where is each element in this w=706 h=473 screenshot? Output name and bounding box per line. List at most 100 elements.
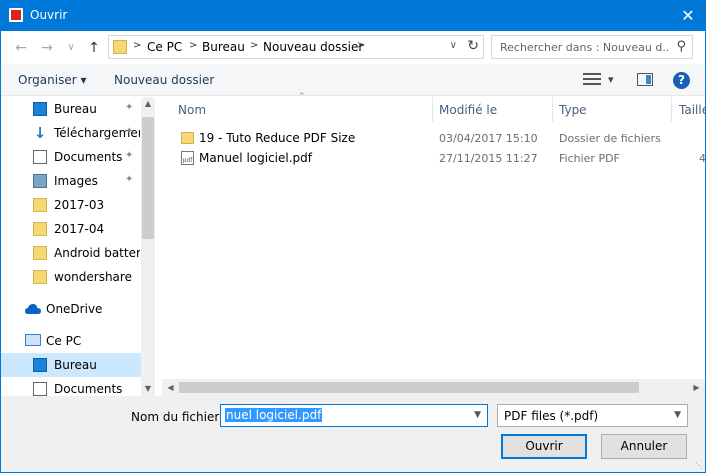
close-icon[interactable]: ✕	[670, 0, 706, 31]
recent-locations-icon[interactable]: ∨	[60, 38, 82, 58]
scroll-down-icon[interactable]: ▼	[141, 382, 155, 396]
sidebar-item-bureau[interactable]: Bureau ✦	[1, 97, 141, 121]
filename-value[interactable]: nuel logiciel.pdf	[225, 408, 323, 422]
scrollbar-thumb[interactable]	[179, 382, 639, 393]
file-row[interactable]: pdf Manuel logiciel.pdf 27/11/2015 11:27…	[162, 148, 706, 168]
sidebar-item-ce-pc[interactable]: Ce PC	[1, 329, 141, 353]
column-divider[interactable]	[552, 97, 553, 122]
file-row[interactable]: 19 - Tuto Reduce PDF Size 03/04/2017 15:…	[162, 128, 705, 148]
organize-button[interactable]: Organiser ▾	[18, 73, 86, 87]
cancel-button[interactable]: Annuler	[601, 434, 687, 459]
pdf-file-icon: pdf	[181, 151, 194, 165]
app-icon	[9, 8, 23, 22]
folder-icon	[33, 270, 47, 284]
window-title: Ouvrir	[30, 8, 68, 22]
sidebar-item-2017-03[interactable]: 2017-03	[1, 193, 141, 217]
file-name: 19 - Tuto Reduce PDF Size	[199, 131, 356, 145]
sidebar-item-telechargements[interactable]: ↓ Téléchargements ✦	[1, 121, 141, 145]
refresh-icon[interactable]: ↻	[467, 38, 479, 54]
pin-icon: ✦	[125, 150, 134, 161]
resize-grip-icon[interactable]: ⋱	[695, 461, 703, 470]
up-icon[interactable]: ↑	[83, 38, 105, 58]
address-dropdown-icon[interactable]: ∨	[450, 40, 457, 51]
column-header-type[interactable]: Type	[559, 103, 587, 117]
help-icon[interactable]: ?	[673, 72, 690, 89]
column-header-name[interactable]: Nom	[178, 103, 206, 117]
scroll-left-icon[interactable]: ◀	[162, 379, 179, 396]
documents-icon	[33, 382, 47, 396]
filetype-value: PDF files (*.pdf)	[504, 409, 599, 423]
sidebar-item-bureau-selected[interactable]: Bureau	[1, 353, 141, 377]
pin-icon: ✦	[125, 126, 134, 137]
download-icon: ↓	[33, 124, 47, 142]
sidebar-item-documents[interactable]: Documents ✦	[1, 145, 141, 169]
filename-label: Nom du fichier :	[131, 410, 228, 424]
file-modified: 03/04/2017 15:10	[439, 132, 538, 145]
onedrive-icon	[25, 303, 41, 317]
chevron-down-icon[interactable]: ▼	[674, 410, 681, 420]
sidebar-item-onedrive[interactable]: OneDrive	[1, 297, 141, 321]
breadcrumb-separator: >	[189, 40, 198, 51]
folder-icon	[33, 246, 47, 260]
search-input[interactable]: Rechercher dans : Nouveau d...	[500, 41, 670, 54]
horizontal-scrollbar[interactable]: ◀ ▶	[162, 379, 705, 396]
chevron-down-icon[interactable]: ▼	[474, 410, 481, 420]
desktop-icon	[33, 358, 47, 372]
sidebar-item-label: wondershare	[54, 270, 132, 284]
search-box[interactable]: Rechercher dans : Nouveau d... ⚲	[491, 35, 693, 59]
new-folder-button[interactable]: Nouveau dossier	[114, 73, 214, 87]
column-divider[interactable]	[432, 97, 433, 122]
folder-icon	[113, 40, 127, 54]
sidebar-item-documents-pc[interactable]: Documents	[1, 377, 141, 396]
folder-icon	[33, 222, 47, 236]
search-icon[interactable]: ⚲	[676, 39, 686, 54]
back-icon[interactable]: ←	[10, 38, 32, 58]
filename-input[interactable]: nuel logiciel.pdf ▼	[220, 404, 488, 427]
breadcrumb-bureau[interactable]: Bureau	[202, 40, 245, 54]
computer-icon	[25, 334, 41, 346]
breadcrumb-separator: >	[250, 40, 259, 51]
desktop-icon	[33, 102, 47, 116]
sidebar-item-wondershare[interactable]: wondershare	[1, 265, 141, 289]
forward-icon[interactable]: →	[36, 38, 58, 58]
title-bar: Ouvrir ✕	[0, 0, 706, 31]
file-type: Dossier de fichiers	[559, 132, 661, 145]
folder-icon	[33, 198, 47, 212]
breadcrumb-ce-pc[interactable]: Ce PC	[147, 40, 182, 54]
sidebar-item-label: Ce PC	[46, 334, 82, 348]
scrollbar-thumb[interactable]	[142, 117, 154, 239]
breadcrumb-separator: >	[133, 40, 142, 51]
folder-icon	[181, 132, 194, 144]
sidebar-item-label: 2017-04	[54, 222, 105, 236]
pin-icon: ✦	[125, 174, 134, 185]
file-name: Manuel logiciel.pdf	[199, 151, 312, 165]
documents-icon	[33, 150, 47, 164]
filetype-select[interactable]: PDF files (*.pdf) ▼	[497, 404, 688, 427]
file-modified: 27/11/2015 11:27	[439, 152, 538, 165]
open-button[interactable]: Ouvrir	[501, 434, 587, 459]
sidebar-item-label: OneDrive	[46, 302, 103, 316]
breadcrumb-nouveau-dossier[interactable]: Nouveau dossier	[263, 40, 363, 54]
address-bar[interactable]: > Ce PC > Bureau > Nouveau dossier > ∨ ↻	[108, 35, 484, 59]
navigation-scrollbar[interactable]: ▲ ▼	[141, 97, 155, 396]
column-header-size[interactable]: Taille	[679, 103, 706, 117]
sidebar-item-android-battery[interactable]: Android battery	[1, 241, 141, 265]
scroll-up-icon[interactable]: ▲	[141, 97, 155, 111]
sidebar-item-images[interactable]: Images ✦	[1, 169, 141, 193]
sidebar-item-label: Bureau	[54, 358, 97, 372]
sidebar-item-2017-04[interactable]: 2017-04	[1, 217, 141, 241]
file-type: Fichier PDF	[559, 152, 620, 165]
column-header-modified[interactable]: Modifié le	[439, 103, 497, 117]
view-options-icon[interactable]	[583, 73, 601, 86]
preview-pane-icon[interactable]	[637, 73, 653, 86]
sidebar-item-label: Documents	[54, 382, 123, 396]
breadcrumb-separator: >	[357, 40, 366, 51]
pictures-icon	[33, 174, 47, 188]
file-size: 4	[699, 152, 706, 165]
scroll-right-icon[interactable]: ▶	[688, 379, 705, 396]
column-headers: Nom Modifié le Type Taille	[162, 97, 706, 122]
column-divider[interactable]	[671, 97, 672, 122]
pin-icon: ✦	[125, 102, 134, 113]
sort-arrow-icon: ⌃	[298, 92, 306, 102]
view-dropdown-icon[interactable]: ▾	[608, 73, 614, 86]
